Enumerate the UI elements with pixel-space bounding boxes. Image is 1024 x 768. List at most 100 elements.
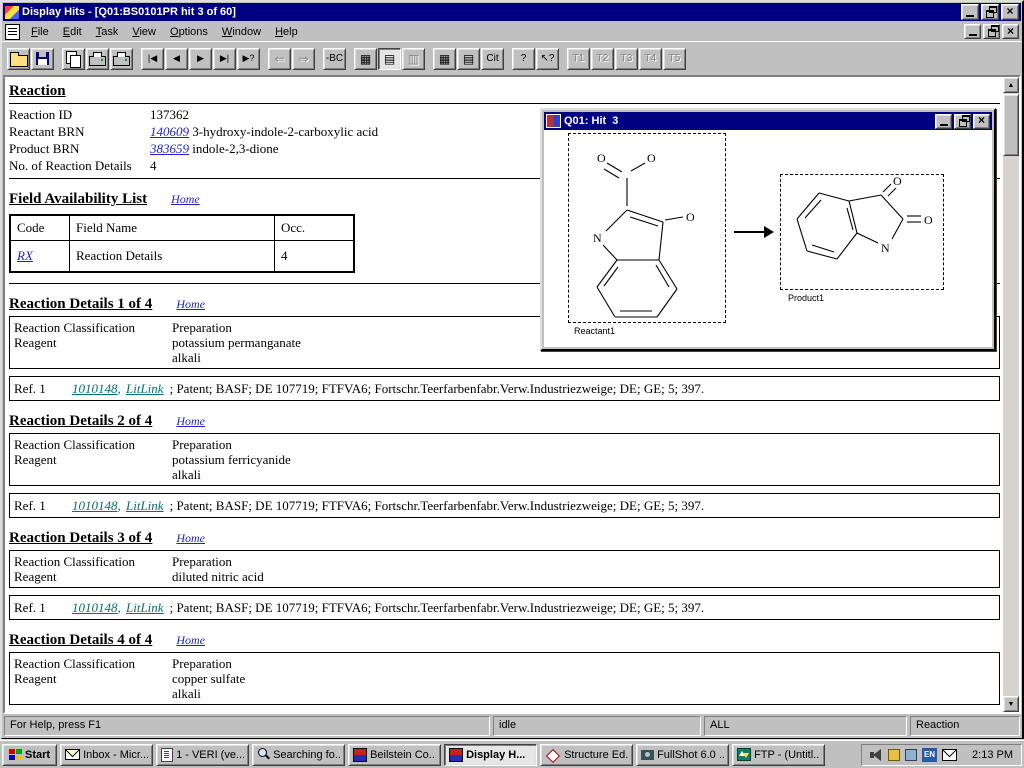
reference-label: Ref. 1	[14, 600, 72, 615]
rx-link[interactable]: RX	[17, 248, 33, 263]
structure-view-button[interactable]: ▤	[378, 48, 401, 70]
product-structure-box[interactable]: O O N	[780, 174, 944, 290]
previous-hit-button[interactable]: ◀	[165, 48, 188, 70]
field-layout-icon: ▦	[439, 53, 450, 65]
open-button[interactable]	[7, 48, 30, 70]
reagent-value: copper sulfate alkali	[172, 671, 245, 701]
volume-icon[interactable]	[870, 749, 883, 761]
app-icon[interactable]	[5, 6, 19, 19]
home-link[interactable]: Home	[176, 531, 205, 546]
copy-icon	[66, 51, 77, 64]
document-system-menu-icon[interactable]	[5, 24, 20, 40]
t3-button[interactable]: T3	[615, 48, 638, 70]
minimize-button[interactable]	[961, 4, 979, 20]
last-hit-button[interactable]: ▶|	[213, 48, 236, 70]
menu-task[interactable]: Task	[89, 24, 126, 40]
menu-view[interactable]: View	[125, 24, 163, 40]
close-button[interactable]: ×	[1001, 4, 1019, 20]
window-controls: ×	[961, 4, 1019, 20]
goto-hit-button[interactable]: ▶?	[237, 48, 260, 70]
field-layout-button[interactable]: ▦	[433, 48, 456, 70]
tray-app-icon-1[interactable]	[888, 749, 900, 761]
reactant-structure-box[interactable]: O O N O	[568, 133, 726, 323]
restore-button[interactable]	[981, 4, 999, 20]
t1-button[interactable]: T1	[567, 48, 590, 70]
menu-window[interactable]: Window	[215, 24, 268, 40]
window-title: Display Hits - [Q01:BS0101PR hit 3 of 60…	[22, 6, 958, 18]
start-label: Start	[25, 749, 50, 761]
home-link[interactable]: Home	[171, 192, 200, 207]
save-floppy-icon	[36, 52, 49, 65]
litlink-link[interactable]: LitLink	[126, 498, 164, 513]
t4-button[interactable]: T4	[639, 48, 662, 70]
next-hit-button[interactable]: ▶	[189, 48, 212, 70]
scroll-up-button[interactable]: ▲	[1003, 77, 1019, 93]
child-close-button[interactable]: ×	[1002, 24, 1019, 39]
hit-minimize-button[interactable]	[935, 114, 952, 129]
menu-file[interactable]: File	[24, 24, 56, 40]
bc-toggle-button[interactable]: -BC	[323, 48, 346, 70]
first-hit-button[interactable]: |◀	[141, 48, 164, 70]
reagent-value: potassium ferricyanide alkali	[172, 452, 291, 482]
vertical-scrollbar[interactable]: ▲ ▼	[1003, 77, 1019, 712]
tray-app-icon-2[interactable]	[905, 749, 917, 761]
hit-maximize-button[interactable]	[954, 114, 971, 129]
task-veri-document[interactable]: 1 - VERI (ve...	[156, 744, 249, 766]
start-button[interactable]: Start	[2, 744, 57, 766]
citation-link[interactable]: 1010148	[72, 600, 118, 615]
back-arrow-icon: ⇐	[274, 53, 284, 65]
column-header: Code	[10, 215, 70, 241]
task-ftp[interactable]: FTP - (Untitl...	[732, 744, 825, 766]
child-minimize-button[interactable]	[964, 24, 981, 39]
print-preview-button[interactable]	[110, 48, 133, 70]
menu-help[interactable]: Help	[268, 24, 305, 40]
tray-mail-icon[interactable]	[942, 749, 957, 761]
home-link[interactable]: Home	[176, 633, 205, 648]
home-link[interactable]: Home	[176, 414, 205, 429]
field-label: Reactant BRN	[9, 124, 150, 141]
table-view-button[interactable]: ▦	[354, 48, 377, 70]
hit-close-button[interactable]: ×	[973, 114, 990, 129]
task-inbox[interactable]: Inbox - Micr...	[60, 744, 153, 766]
task-display-hits[interactable]: Display H...	[444, 744, 537, 766]
task-beilstein-commander[interactable]: Beilstein Co...	[348, 744, 441, 766]
task-fullshot[interactable]: FullShot 6.0 ...	[636, 744, 729, 766]
litlink-link[interactable]: LitLink	[126, 600, 164, 615]
save-button[interactable]	[31, 48, 54, 70]
context-help-button[interactable]: ↖?	[536, 48, 559, 70]
citation-link[interactable]: 1010148	[72, 498, 118, 513]
task-structure-editor[interactable]: Structure Ed...	[540, 744, 633, 766]
language-indicator[interactable]: EN	[922, 748, 937, 762]
citation-link[interactable]: 1010148	[72, 381, 118, 396]
product-brn-link[interactable]: 383659	[150, 141, 189, 156]
litlink-link[interactable]: LitLink	[126, 381, 164, 396]
list-view-button[interactable]: ▥	[402, 48, 425, 70]
citation-button[interactable]: Cit	[481, 48, 504, 70]
child-restore-button[interactable]	[983, 24, 1000, 39]
product-name: indole-2,3-dione	[192, 141, 278, 156]
hit-window[interactable]: Q01: Hit 3 ×	[540, 108, 996, 351]
help-button[interactable]: ?	[512, 48, 535, 70]
field-row: No. of Reaction Details 4	[9, 158, 378, 175]
t5-button[interactable]: T5	[663, 48, 686, 70]
scroll-down-button[interactable]: ▼	[1003, 696, 1019, 712]
forward-button[interactable]: ⇒	[292, 48, 315, 70]
svg-text:O: O	[647, 151, 656, 165]
print-button[interactable]	[86, 48, 109, 70]
copy-button[interactable]	[62, 48, 85, 70]
scrollbar-thumb[interactable]	[1003, 94, 1019, 156]
menu-options[interactable]: Options	[163, 24, 215, 40]
menu-edit[interactable]: Edit	[56, 24, 89, 40]
display-settings-button[interactable]: ▤	[457, 48, 480, 70]
home-link[interactable]: Home	[176, 297, 205, 312]
svg-text:O: O	[924, 213, 933, 227]
hit-window-titlebar[interactable]: Q01: Hit 3 ×	[544, 112, 992, 130]
back-button[interactable]: ⇐	[268, 48, 291, 70]
task-searching[interactable]: Searching fo...	[252, 744, 345, 766]
svg-text:N: N	[881, 241, 890, 255]
minimize-icon	[966, 15, 974, 17]
reactant-brn-link[interactable]: 140609	[150, 124, 189, 139]
field-name-cell: Reaction Details	[70, 241, 275, 273]
t2-button[interactable]: T2	[591, 48, 614, 70]
menubar: File Edit Task View Options Window Help …	[2, 22, 1022, 41]
